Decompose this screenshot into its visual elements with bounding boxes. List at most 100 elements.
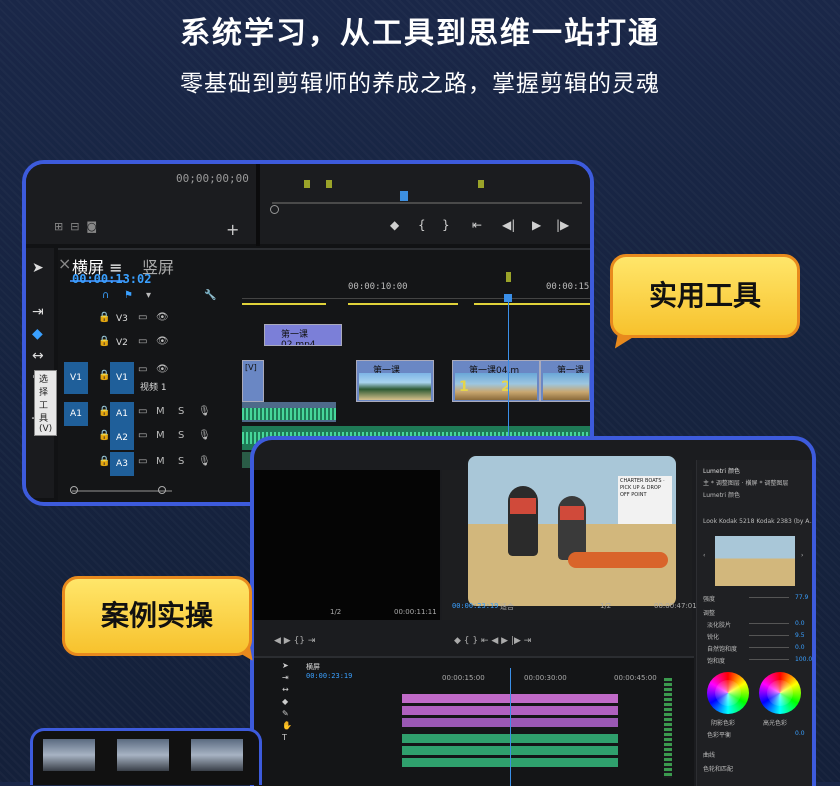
zoom-left[interactable]: 1/2 xyxy=(330,608,341,616)
clip-v2[interactable]: 第一课02.mp4 xyxy=(264,324,342,346)
linked-icon[interactable]: ⚑ xyxy=(124,290,133,301)
track-select-icon[interactable]: ⇥ xyxy=(282,673,289,682)
mute-button[interactable]: M xyxy=(156,430,165,441)
eye-icon[interactable]: 👁 xyxy=(156,336,169,347)
row-value[interactable]: 9.5 xyxy=(795,632,805,639)
row-slider[interactable] xyxy=(749,623,789,624)
razor-tool-icon[interactable]: ◆ xyxy=(282,697,288,706)
fit-select[interactable]: 适合 xyxy=(500,602,514,612)
go-to-in-icon[interactable]: ⇤ xyxy=(472,218,482,232)
razor-tool-icon[interactable]: ◆ xyxy=(32,326,43,342)
audio-clip-a1[interactable] xyxy=(242,402,336,422)
source-patch-a1[interactable]: A1 xyxy=(64,402,88,426)
program-playhead[interactable] xyxy=(400,191,408,201)
solo-button[interactable]: S xyxy=(178,406,184,417)
out-point-button[interactable]: } xyxy=(442,218,450,232)
next-look-icon[interactable]: › xyxy=(801,552,803,559)
lock-icon[interactable]: 🔒 xyxy=(98,456,110,467)
slip-tool-icon[interactable]: ↔ xyxy=(32,348,44,364)
selection-tool-icon[interactable]: ➤ xyxy=(32,260,44,276)
timeline-timecode[interactable]: 00:00:13:02 xyxy=(72,272,151,286)
intensity-value[interactable]: 77.9 xyxy=(795,594,808,601)
step-forward-icon[interactable]: |▶ xyxy=(556,218,569,232)
thumbnail[interactable] xyxy=(43,739,95,771)
row-value[interactable]: 0.0 xyxy=(795,644,805,651)
look-select[interactable]: Kodak 5218 Kodak 2383 (by A... xyxy=(719,518,812,525)
track-target-v1[interactable]: V1 xyxy=(110,362,134,394)
track-target-a1[interactable]: A1 xyxy=(110,402,134,426)
marker-add-icon[interactable]: ▾ xyxy=(146,290,151,301)
look-preview[interactable] xyxy=(715,536,795,586)
tab-landscape[interactable]: 横屏 xyxy=(306,662,320,672)
timeline-scrollbar[interactable] xyxy=(72,490,172,492)
highlight-color-wheel[interactable] xyxy=(759,672,801,714)
wrench-icon[interactable]: 🔧 xyxy=(204,290,216,301)
sync-icon[interactable]: ▭ xyxy=(138,430,147,441)
mute-button[interactable]: M xyxy=(156,456,165,467)
row-slider[interactable] xyxy=(749,659,789,660)
timeline-ruler[interactable] xyxy=(242,298,590,299)
slip-tool-icon[interactable]: ↔ xyxy=(282,685,289,694)
track-target-a3[interactable]: A3 xyxy=(110,452,134,476)
prev-look-icon[interactable]: ‹ xyxy=(703,552,705,559)
solo-button[interactable]: S xyxy=(178,430,184,441)
solo-button[interactable]: S xyxy=(178,456,184,467)
snap-icon[interactable]: ∩ xyxy=(102,290,109,301)
curves-label[interactable]: 曲线 xyxy=(703,750,715,759)
lumetri-breadcrumb[interactable]: 主 * 调整图层 · 横屏 * 调整图层 xyxy=(703,478,788,487)
hand-tool-icon[interactable]: ✋ xyxy=(282,721,292,730)
lock-icon[interactable]: 🔒 xyxy=(98,406,110,417)
lock-icon[interactable]: 🔒 xyxy=(98,312,110,323)
step-back-icon[interactable]: ◀| xyxy=(502,218,515,232)
timeline-timecode[interactable]: 00:00:23:19 xyxy=(306,672,352,680)
row-value[interactable]: 0.0 xyxy=(795,620,805,627)
selection-tool-icon[interactable]: ➤ xyxy=(282,661,289,670)
sync-icon[interactable]: ▭ xyxy=(138,312,147,323)
type-tool-icon[interactable]: T xyxy=(282,733,287,742)
lock-icon[interactable]: 🔒 xyxy=(98,336,110,347)
row-value[interactable]: 100.0 xyxy=(795,656,812,663)
add-button[interactable]: + xyxy=(226,220,239,239)
sync-icon[interactable]: ▭ xyxy=(138,406,147,417)
track-select-icon[interactable]: ⇥ xyxy=(32,304,44,320)
marker-button[interactable]: ◆ xyxy=(390,218,399,232)
match-label[interactable]: 色轮和匹配 xyxy=(703,764,733,773)
shadow-color-wheel[interactable] xyxy=(707,672,749,714)
in-point-button[interactable]: { xyxy=(418,218,426,232)
play-icon[interactable]: ▶ xyxy=(532,218,541,232)
program-timecode[interactable]: 00:00:23:19 xyxy=(452,602,498,610)
clip-v1-next[interactable]: 第一课 xyxy=(540,360,590,402)
mic-icon[interactable]: 🎙 xyxy=(198,456,211,467)
thumbnail[interactable] xyxy=(117,739,169,771)
track-target-a2[interactable]: A2 xyxy=(110,426,134,450)
lock-icon[interactable]: 🔒 xyxy=(98,370,110,381)
program-ruler[interactable] xyxy=(272,202,582,204)
clip-v1-left[interactable]: [V] xyxy=(242,360,264,402)
eye-icon[interactable]: 👁 xyxy=(156,364,169,375)
zoom-handle[interactable] xyxy=(270,205,279,214)
thumbnail[interactable] xyxy=(191,739,243,771)
source-transport[interactable]: ◀ ▶ {} ⇥ xyxy=(274,636,315,646)
zoom-right[interactable]: 1/2 xyxy=(600,602,611,610)
mic-icon[interactable]: 🎙 xyxy=(198,430,211,441)
intensity-slider[interactable] xyxy=(749,597,789,598)
source-patch-v1[interactable]: V1 xyxy=(64,362,88,394)
work-area-bar xyxy=(242,303,326,305)
mute-button[interactable]: M xyxy=(156,406,165,417)
scrollbar-handle[interactable] xyxy=(70,486,78,494)
pen-tool-icon[interactable]: ✎ xyxy=(282,709,289,718)
balance-value[interactable]: 0.0 xyxy=(795,730,805,737)
scrollbar-handle[interactable] xyxy=(158,486,166,494)
lock-icon[interactable]: 🔒 xyxy=(98,430,110,441)
mic-icon[interactable]: 🎙 xyxy=(198,406,211,417)
sync-icon[interactable]: ▭ xyxy=(138,364,147,375)
clip-v1-04[interactable]: 第一课04.m 1 2 xyxy=(452,360,540,402)
eye-icon[interactable]: 👁 xyxy=(156,312,169,323)
clip-v1-03[interactable]: 第一课03.mp4 xyxy=(356,360,434,402)
sync-icon[interactable]: ▭ xyxy=(138,336,147,347)
monitor-left-icons[interactable]: ⊞ ⊟ ◙ xyxy=(54,220,97,233)
sync-icon[interactable]: ▭ xyxy=(138,456,147,467)
row-slider[interactable] xyxy=(749,635,789,636)
row-slider[interactable] xyxy=(749,647,789,648)
program-transport[interactable]: ◆ { } ⇤ ◀ ▶ |▶ ⇥ xyxy=(454,636,531,646)
